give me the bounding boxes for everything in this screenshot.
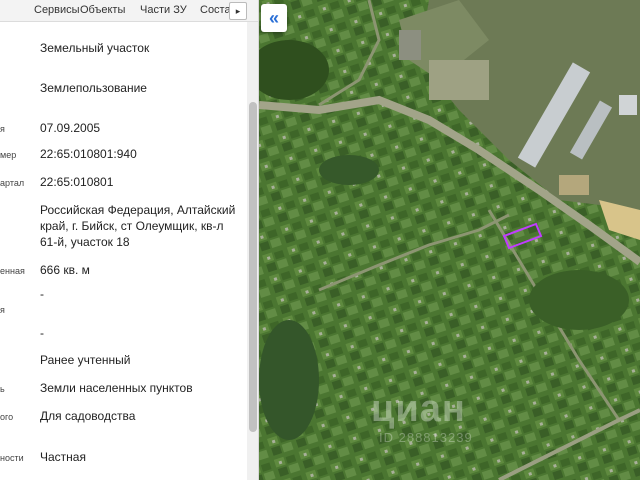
label-date: я — [0, 124, 5, 134]
value-area: 666 кв. м — [40, 263, 90, 277]
label-cost: я — [0, 305, 5, 315]
value-permitted-use: Для садоводства — [40, 409, 136, 423]
value-address: Российская Федерация, Алтайский край, г.… — [40, 203, 236, 249]
label-area: енная — [0, 266, 25, 276]
value-date: 07.09.2005 — [40, 121, 101, 135]
label-category: ь — [0, 384, 5, 394]
value-dash-1: - — [40, 287, 44, 301]
value-object-kind: Землепользование — [40, 81, 147, 95]
tab-objects[interactable]: Объекты — [80, 4, 125, 16]
tab-land-parts[interactable]: Части ЗУ — [140, 4, 187, 16]
info-panel: Сервисы Объекты Части ЗУ Соста ▸ Земельн… — [0, 0, 259, 480]
tab-bar: Сервисы Объекты Части ЗУ Соста ▸ — [0, 0, 258, 22]
value-ownership: Частная — [40, 450, 86, 464]
value-status: Ранее учтенный — [40, 353, 131, 367]
label-cadastral-quarter: артал — [0, 178, 25, 188]
tab-composition[interactable]: Соста — [200, 4, 231, 16]
satellite-map[interactable]: « циан ID 288813239 — [259, 0, 640, 480]
value-category: Земли населенных пунктов — [40, 381, 193, 395]
value-dash-2: - — [40, 326, 44, 340]
value-object-type: Земельный участок — [40, 41, 150, 55]
label-permitted-use: ого — [0, 412, 14, 422]
watermark-logo: циан — [371, 388, 466, 430]
scrollbar-thumb[interactable] — [249, 102, 257, 432]
tab-services[interactable]: Сервисы — [34, 4, 80, 16]
collapse-panel-icon[interactable]: « — [261, 4, 287, 32]
label-cadastral-number: мер — [0, 150, 17, 160]
tabs-scroll-right-icon[interactable]: ▸ — [229, 2, 247, 20]
panel-scrollbar[interactable] — [247, 22, 258, 480]
value-cadastral-quarter: 22:65:010801 — [40, 175, 114, 189]
watermark-id: ID 288813239 — [379, 430, 473, 445]
value-cadastral-number: 22:65:010801:940 — [40, 147, 137, 161]
property-list: Земельный участок Землепользование я 07.… — [0, 22, 247, 480]
label-ownership: ности — [0, 453, 24, 463]
